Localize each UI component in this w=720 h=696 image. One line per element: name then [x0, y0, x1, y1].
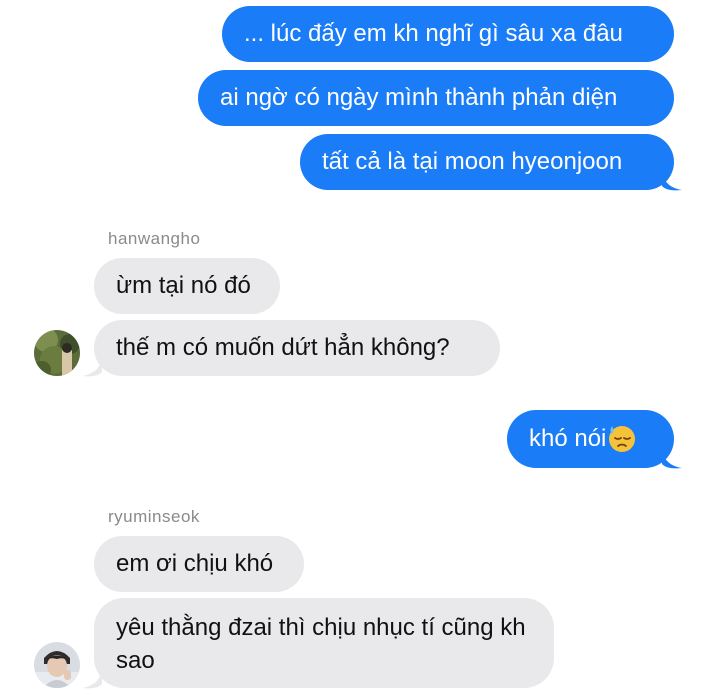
avatar[interactable]	[34, 330, 80, 376]
message-text: ai ngờ có ngày mình thành phản diện	[220, 84, 618, 111]
outgoing-bubble-tail	[662, 450, 682, 469]
outgoing-message-2[interactable]: ai ngờ có ngày mình thành phản diện	[198, 70, 674, 126]
outgoing-bubble-tail	[662, 172, 682, 191]
incoming-message-4[interactable]: yêu thằng đzai thì chịu nhục tí cũng kh …	[94, 598, 554, 688]
sender-name: ryuminseok	[108, 507, 200, 526]
incoming-bubble-tail	[82, 670, 102, 689]
outgoing-message-3[interactable]: tất cả là tại moon hyeonjoon	[300, 134, 674, 190]
message-text: em ơi chịu khó	[116, 550, 274, 577]
outgoing-message-1[interactable]: ... lúc đấy em kh nghĩ gì sâu xa đâu	[222, 6, 674, 62]
message-text: thế m có muốn dứt hẳn không?	[116, 334, 450, 361]
outgoing-message-4[interactable]: khó nói	[507, 410, 674, 468]
incoming-message-2[interactable]: thế m có muốn dứt hẳn không?	[94, 320, 500, 376]
incoming-bubble-tail	[82, 358, 102, 377]
contact-photo-icon	[34, 642, 80, 688]
message-text: khó nói	[529, 425, 607, 452]
message-text: tất cả là tại moon hyeonjoon	[322, 148, 623, 175]
contact-photo-icon	[34, 330, 80, 376]
incoming-message-1[interactable]: ừm tại nó đó	[94, 258, 280, 314]
avatar[interactable]	[34, 642, 80, 688]
message-text: ... lúc đấy em kh nghĩ gì sâu xa đâu	[244, 20, 623, 47]
incoming-message-3[interactable]: em ơi chịu khó	[94, 536, 304, 592]
message-text: yêu thằng đzai thì chịu nhục tí cũng kh …	[116, 614, 526, 674]
sender-name: hanwangho	[108, 229, 201, 248]
downcast-face-with-sweat-icon	[609, 426, 636, 452]
message-text: ừm tại nó đó	[116, 272, 251, 299]
